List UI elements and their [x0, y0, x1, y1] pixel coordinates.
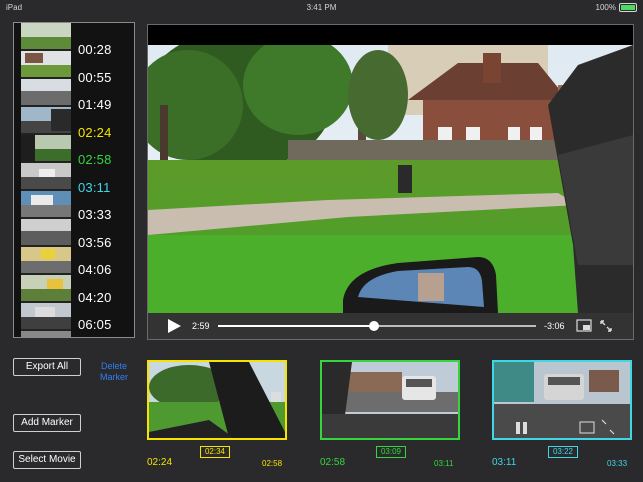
- export-all-button[interactable]: Export All: [13, 358, 81, 376]
- play-icon[interactable]: [166, 318, 182, 334]
- thumbnail-frames: [21, 23, 71, 337]
- battery-icon: [619, 3, 637, 12]
- marker-time-item[interactable]: 01:49: [78, 97, 134, 112]
- video-frame: [148, 45, 633, 313]
- clip-thumbnail-3[interactable]: [492, 360, 632, 440]
- clip-1-end-time: 02:58: [262, 459, 283, 468]
- clip-1-marker-badge[interactable]: 02:34: [200, 446, 230, 458]
- marker-time-item[interactable]: 03:33: [78, 207, 134, 222]
- add-marker-button[interactable]: Add Marker: [13, 414, 81, 432]
- fullscreen-icon[interactable]: [599, 319, 613, 333]
- marker-time-item[interactable]: 03:11: [78, 180, 134, 195]
- clip-3-end-time: 03:33: [607, 459, 628, 468]
- delete-marker-link[interactable]: Delete Marker: [92, 361, 136, 383]
- clip-2-start-time: 02:58: [320, 457, 346, 468]
- clip-thumbnail-2[interactable]: [320, 360, 460, 440]
- scrubber-handle[interactable]: [368, 321, 379, 331]
- battery-percent: 100%: [595, 3, 616, 12]
- status-bar: iPad 3:41 PM 100%: [0, 0, 643, 14]
- clip-2-end-time: 03:11: [434, 459, 454, 468]
- select-movie-button[interactable]: Select Movie: [13, 451, 81, 469]
- remaining-time: -3:06: [544, 321, 565, 331]
- battery-indicator: 100%: [596, 3, 637, 12]
- current-time: 2:59: [192, 321, 210, 331]
- scrubber-progress: [218, 325, 374, 327]
- video-player[interactable]: 2:59 -3:06: [147, 24, 634, 340]
- marker-time-item[interactable]: 00:55: [78, 70, 134, 85]
- marker-time-item[interactable]: 03:56: [78, 235, 134, 250]
- clip-3-start-time: 03:11: [492, 457, 517, 468]
- marker-time-item[interactable]: 04:20: [78, 290, 134, 305]
- clip-thumbnail-1[interactable]: [147, 360, 287, 440]
- marker-time-item[interactable]: 06:05: [78, 317, 134, 332]
- clip-3-marker-badge[interactable]: 03:22: [548, 446, 578, 458]
- marker-time-item[interactable]: 00:28: [78, 42, 134, 57]
- thumbnail-column: [21, 23, 71, 337]
- status-time: 3:41 PM: [306, 3, 337, 12]
- clip-2-marker-badge[interactable]: 03:09: [376, 446, 406, 458]
- marker-time-item[interactable]: 02:24: [78, 125, 134, 140]
- marker-strip[interactable]: 00:28 00:55 01:49 02:24 02:58 03:11 03:33 03:56…: [13, 22, 135, 338]
- clip-1-start-time: 02:24: [147, 457, 173, 468]
- player-controls: 2:59 -3:06: [148, 313, 633, 339]
- marker-time-item[interactable]: 02:58: [78, 152, 134, 167]
- picture-in-picture-icon[interactable]: [576, 319, 592, 333]
- marker-time-item[interactable]: 04:06: [78, 262, 134, 277]
